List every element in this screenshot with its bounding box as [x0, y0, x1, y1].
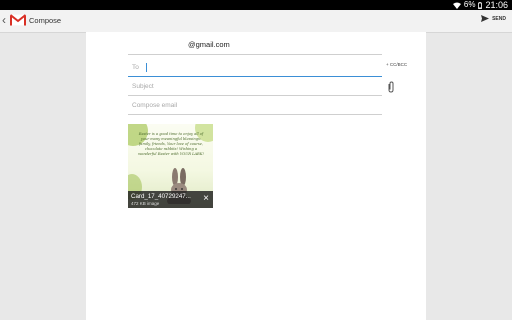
attachment-file-name: Card_17_40729247...	[131, 193, 191, 200]
send-icon	[481, 15, 490, 22]
text-cursor	[146, 63, 147, 72]
attachment-caption: Card_17_40729247... 472 KB image ×	[128, 191, 213, 208]
status-bar: 6% 21:06	[0, 0, 512, 10]
remove-attachment-close-icon[interactable]: ×	[203, 193, 209, 205]
action-bar: ‹ Compose SEND	[0, 10, 512, 33]
attachment-card[interactable]: Easter is a good time to enjoy all of yo…	[128, 124, 213, 208]
compose-body-placeholder: Compose email	[132, 102, 178, 109]
send-button[interactable]: SEND	[481, 15, 506, 22]
cc-bcc-button[interactable]: + CC/BCC	[386, 62, 407, 67]
attachment-card-text: Easter is a good time to enjoy all of yo…	[138, 132, 204, 156]
gmail-logo-icon[interactable]	[10, 14, 26, 26]
back-chevron-icon[interactable]: ‹	[2, 14, 6, 26]
from-account[interactable]: @gmail.com	[188, 40, 230, 49]
to-placeholder: To	[132, 64, 139, 71]
wifi-icon	[452, 2, 461, 9]
compose-body-field[interactable]: Compose email	[128, 98, 382, 115]
to-field[interactable]: To	[128, 60, 382, 77]
attachment-file-size: 472 KB image	[131, 201, 160, 206]
clock: 21:06	[485, 0, 508, 10]
battery-icon	[478, 1, 483, 9]
status-icons: 6% 21:06	[452, 0, 508, 10]
page-title: Compose	[29, 16, 62, 25]
send-label: SEND	[492, 15, 506, 22]
subject-field[interactable]: Subject	[128, 79, 382, 96]
battery-percent: 6%	[463, 0, 476, 9]
subject-placeholder: Subject	[132, 83, 154, 90]
from-divider	[128, 53, 382, 55]
attach-paperclip-icon[interactable]	[386, 81, 396, 93]
